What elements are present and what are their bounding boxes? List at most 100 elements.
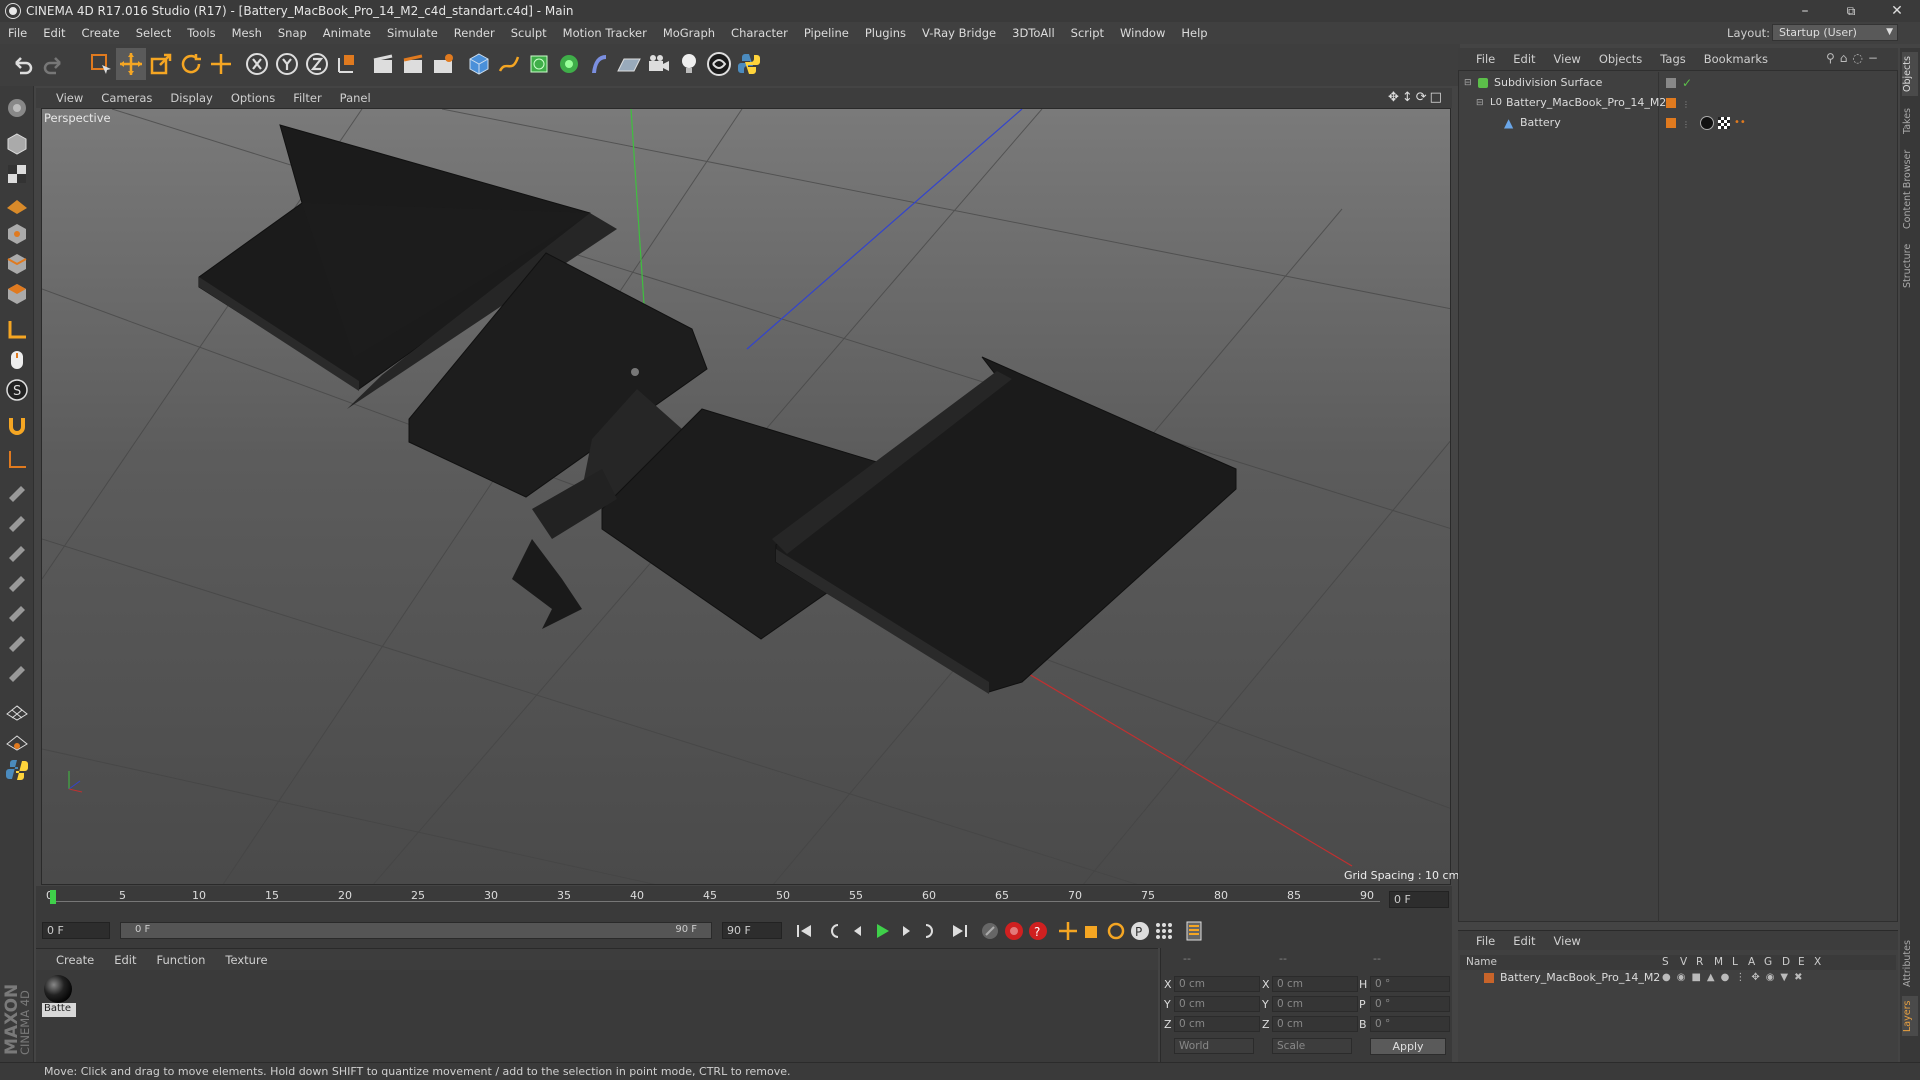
collapse-icon[interactable]: ⊟ <box>1476 94 1484 112</box>
object-row-battery[interactable]: ▲ Battery ⋮ •• <box>1460 114 1896 132</box>
phong-tag-icon[interactable]: •• <box>1734 114 1746 132</box>
material-menu-texture[interactable]: Texture <box>215 953 277 967</box>
menu-character[interactable]: Character <box>723 26 796 40</box>
layer-color-swatch[interactable] <box>1484 973 1494 983</box>
go-to-end-button[interactable] <box>948 919 972 943</box>
timeline-window-button[interactable] <box>1182 919 1206 943</box>
cube-primitive-button[interactable] <box>464 48 494 80</box>
python-button[interactable] <box>734 48 764 80</box>
size-x-field[interactable]: 0 cm <box>1272 976 1358 992</box>
battery-model[interactable] <box>198 124 1237 694</box>
record-keys-button[interactable] <box>978 919 1002 943</box>
coordinate-system-button[interactable] <box>332 48 362 80</box>
side-tab-layers[interactable]: Layers <box>1902 996 1918 1036</box>
render-to-picture-viewer-button[interactable] <box>398 48 428 80</box>
objects-menu-view[interactable]: View <box>1545 52 1590 66</box>
sculpt-tool-5[interactable] <box>3 596 31 624</box>
sculpt-tool-4[interactable] <box>3 566 31 594</box>
end-frame-field[interactable]: 90 F <box>722 922 782 939</box>
sculpt-tool-1[interactable] <box>3 476 31 504</box>
viewport-menu-cameras[interactable]: Cameras <box>92 91 161 105</box>
floor-button[interactable] <box>614 48 644 80</box>
playhead[interactable] <box>50 890 56 904</box>
visibility-dots[interactable]: ⋮ <box>1682 116 1690 134</box>
render-settings-button[interactable] <box>428 48 458 80</box>
viewport-menu-panel[interactable]: Panel <box>331 91 380 105</box>
texture-tag-icon[interactable] <box>1718 117 1730 129</box>
side-tab-content-browser[interactable]: Content Browser <box>1902 146 1918 232</box>
menu-mograph[interactable]: MoGraph <box>655 26 723 40</box>
side-tab-attributes[interactable]: Attributes <box>1902 936 1918 992</box>
points-mode-button[interactable] <box>3 220 31 248</box>
visibility-dots[interactable]: ⋮ <box>1682 96 1690 114</box>
material-tag-icon[interactable] <box>1700 116 1714 130</box>
menu-create[interactable]: Create <box>74 26 128 40</box>
menu-file[interactable]: File <box>0 26 35 40</box>
position-x-field[interactable]: 0 cm <box>1174 976 1260 992</box>
y-axis-lock-button[interactable] <box>272 48 302 80</box>
render-view-button[interactable] <box>368 48 398 80</box>
menu-plugins[interactable]: Plugins <box>857 26 914 40</box>
side-tab-structure[interactable]: Structure <box>1902 240 1918 292</box>
subdivision-surface-button[interactable] <box>524 48 554 80</box>
light-button[interactable] <box>674 48 704 80</box>
play-button[interactable] <box>870 919 894 943</box>
key-rotation-button[interactable] <box>1104 919 1128 943</box>
size-y-field[interactable]: 0 cm <box>1272 996 1358 1012</box>
apply-button[interactable]: Apply <box>1370 1038 1446 1055</box>
key-scale-button[interactable] <box>1080 919 1104 943</box>
layers-menu-edit[interactable]: Edit <box>1504 934 1544 948</box>
magnet-button[interactable] <box>3 412 31 440</box>
undo-button[interactable] <box>8 48 38 80</box>
menu-3dtoall[interactable]: 3DToAll <box>1004 26 1063 40</box>
object-row-battery-group[interactable]: ⊟ L0 Battery_MacBook_Pro_14_M2 ⋮ <box>1460 94 1896 112</box>
coordinate-space-dropdown[interactable]: World <box>1174 1038 1254 1054</box>
axis-mode-button[interactable] <box>3 316 31 344</box>
key-position-button[interactable] <box>1056 919 1080 943</box>
start-frame-field[interactable]: 0 F <box>42 922 110 939</box>
go-to-start-button[interactable] <box>792 919 816 943</box>
timeline-ruler[interactable]: 0 5 10 15 20 25 30 35 40 45 50 55 60 65 … <box>36 886 1452 914</box>
floor-lock-button[interactable] <box>3 726 31 754</box>
grid-lock-button[interactable] <box>3 696 31 724</box>
side-tab-objects[interactable]: Objects <box>1902 52 1918 96</box>
mograph-cloner-button[interactable] <box>554 48 584 80</box>
sculpt-tool-6[interactable] <box>3 626 31 654</box>
transform-tool-button[interactable] <box>206 48 236 80</box>
3d-viewport[interactable] <box>41 108 1451 885</box>
deformer-button[interactable] <box>584 48 614 80</box>
rotation-h-field[interactable]: 0 ° <box>1370 976 1450 992</box>
objects-menu-tags[interactable]: Tags <box>1651 52 1694 66</box>
viewport-menu-options[interactable]: Options <box>222 91 284 105</box>
position-z-field[interactable]: 0 cm <box>1174 1016 1260 1032</box>
material-name[interactable]: Batte <box>42 1003 76 1017</box>
position-y-field[interactable]: 0 cm <box>1174 996 1260 1012</box>
layer-color-tag[interactable] <box>1666 98 1676 108</box>
polygons-mode-button[interactable] <box>3 280 31 308</box>
live-selection-button[interactable] <box>86 48 116 80</box>
menu-script[interactable]: Script <box>1063 26 1112 40</box>
restore-button[interactable]: ⧉ <box>1828 0 1874 22</box>
collapse-icon[interactable]: ⊟ <box>1464 74 1472 92</box>
previous-keyframe-button[interactable] <box>822 919 846 943</box>
objects-menu-objects[interactable]: Objects <box>1590 52 1651 66</box>
rotation-p-field[interactable]: 0 ° <box>1370 996 1450 1012</box>
next-keyframe-button[interactable] <box>918 919 942 943</box>
previous-frame-button[interactable] <box>846 919 870 943</box>
layout-dropdown[interactable]: Startup (User) ▼ <box>1772 24 1898 41</box>
sculpt-tool-7[interactable] <box>3 656 31 684</box>
menu-edit[interactable]: Edit <box>35 26 73 40</box>
menu-simulate[interactable]: Simulate <box>379 26 446 40</box>
sculpt-tool-2[interactable] <box>3 506 31 534</box>
objects-menu-bookmarks[interactable]: Bookmarks <box>1695 52 1777 66</box>
quantize-button[interactable] <box>3 446 31 474</box>
menu-mesh[interactable]: Mesh <box>224 26 270 40</box>
object-row-subdivision[interactable]: ⊟ Subdivision Surface ✓ <box>1460 74 1896 92</box>
material-menu-function[interactable]: Function <box>147 953 216 967</box>
layers-menu-file[interactable]: File <box>1458 934 1504 948</box>
menu-vray-bridge[interactable]: V-Ray Bridge <box>914 26 1004 40</box>
viewport-menu-filter[interactable]: Filter <box>284 91 330 105</box>
snap-button[interactable]: S <box>3 376 31 404</box>
menu-snap[interactable]: Snap <box>270 26 315 40</box>
menu-help[interactable]: Help <box>1173 26 1215 40</box>
